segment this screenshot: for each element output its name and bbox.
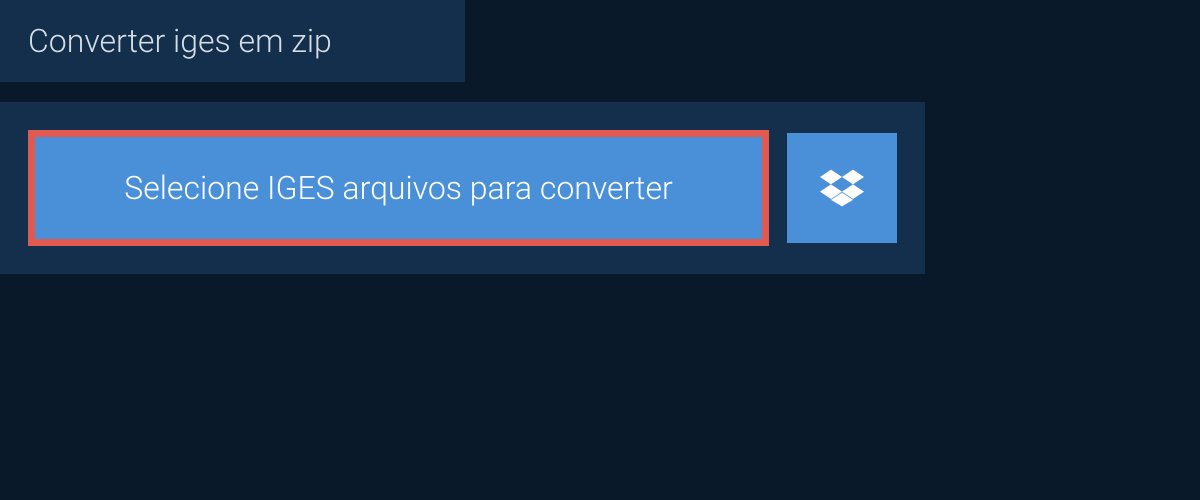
upload-panel: Selecione IGES arquivos para converter: [0, 102, 925, 274]
spacer: [0, 82, 1200, 102]
dropbox-button[interactable]: [787, 133, 897, 243]
select-files-label: Selecione IGES arquivos para converter: [124, 169, 673, 207]
dropbox-icon: [820, 166, 864, 210]
tab-title: Converter iges em zip: [28, 22, 332, 60]
tab-header: Converter iges em zip: [0, 0, 465, 82]
select-files-button[interactable]: Selecione IGES arquivos para converter: [28, 130, 769, 246]
